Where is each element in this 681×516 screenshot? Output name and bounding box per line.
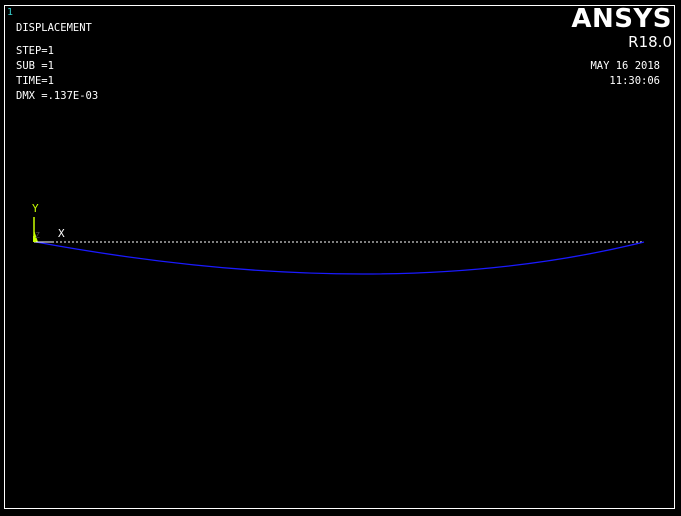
triad-y-label: Y bbox=[32, 202, 39, 215]
model-display bbox=[33, 217, 645, 275]
triad-z-label: Z bbox=[35, 231, 40, 240]
triad-x-label: X bbox=[58, 227, 65, 240]
deformed-shape bbox=[35, 241, 645, 275]
